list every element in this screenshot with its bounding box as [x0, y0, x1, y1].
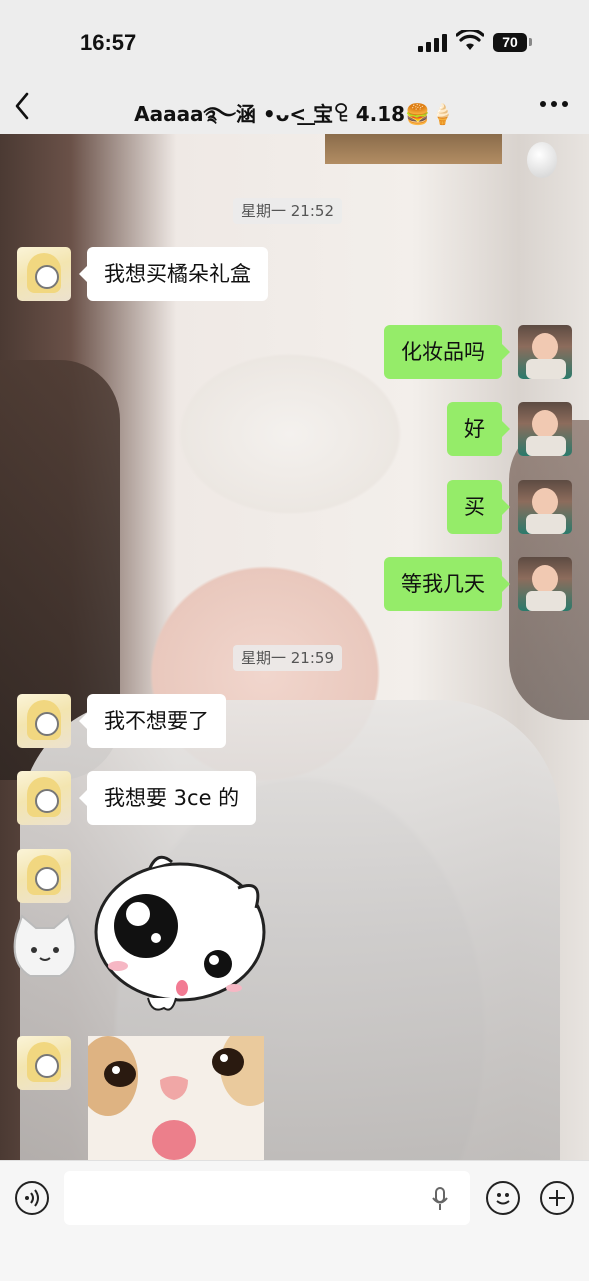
voice-wave-icon	[25, 1189, 39, 1207]
chevron-left-icon	[15, 92, 29, 120]
message-timestamp: 星期一 21:59	[233, 645, 342, 671]
message-bubble-sent[interactable]: 好	[447, 402, 510, 456]
battery-indicator: 70	[493, 33, 527, 52]
message-bubble-sent[interactable]: 买	[447, 480, 510, 534]
message-bubble-received[interactable]: 我想买橘朵礼盒	[79, 247, 268, 301]
contact-avatar[interactable]	[17, 1036, 71, 1090]
message-bubble-sent[interactable]: 等我几天	[384, 557, 510, 611]
my-avatar[interactable]	[518, 557, 572, 611]
wifi-icon	[456, 30, 484, 50]
my-avatar[interactable]	[518, 480, 572, 534]
message-bubble-received[interactable]: 我想要 3ce 的	[78, 771, 257, 825]
white-cat-sticker	[13, 914, 77, 977]
smiley-icon	[496, 1193, 510, 1205]
message-input[interactable]	[64, 1171, 470, 1225]
contact-avatar[interactable]	[17, 771, 71, 825]
cellular-signal-icon	[418, 34, 448, 52]
battery-tip	[529, 38, 532, 46]
plus-circle-icon	[549, 1190, 565, 1206]
cat-photo-sticker[interactable]	[88, 1036, 264, 1160]
contact-avatar[interactable]	[17, 849, 71, 903]
microphone-icon[interactable]	[432, 1187, 448, 1211]
image-message-partial[interactable]	[325, 134, 502, 164]
message-bubble-sent[interactable]: 化妆品吗	[384, 325, 510, 379]
contact-avatar[interactable]	[17, 694, 71, 748]
my-avatar[interactable]	[518, 402, 572, 456]
more-button[interactable]	[539, 86, 569, 123]
status-time: 16:57	[80, 30, 137, 55]
voice-toggle-button[interactable]	[15, 1181, 49, 1215]
more-actions-button[interactable]	[540, 1181, 574, 1215]
message-bubble-received[interactable]: 我不想要了	[79, 694, 226, 748]
more-dots-icon	[540, 101, 568, 107]
wallpaper-decoration	[527, 142, 557, 178]
white-blob-sticker[interactable]	[88, 848, 266, 1014]
back-button[interactable]	[12, 90, 48, 126]
status-bar: 16:57 70	[0, 0, 589, 80]
message-timestamp: 星期一 21:52	[233, 198, 342, 224]
chat-header: Aaaaa࿐涵 •ᴗ<͟ 宝ꄗ 4.18🍔🍦	[0, 80, 589, 134]
contact-avatar[interactable]	[17, 247, 71, 301]
emoji-button[interactable]	[486, 1181, 520, 1215]
cat-face-icon	[88, 1036, 264, 1160]
my-avatar[interactable]	[518, 325, 572, 379]
input-bar	[0, 1160, 589, 1281]
